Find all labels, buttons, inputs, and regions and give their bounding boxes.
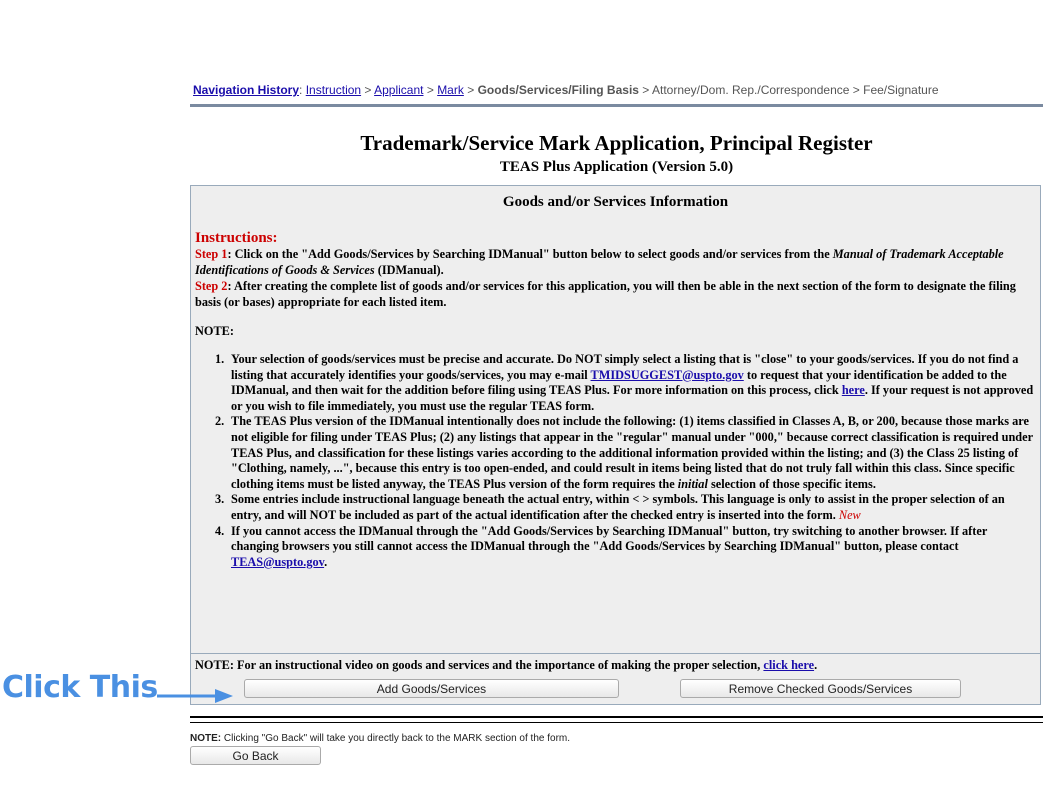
note-2-text: The TEAS Plus version of the IDManual in…	[231, 414, 1033, 491]
step-1-label: Step 1	[195, 247, 228, 261]
note-4-text-b: .	[324, 554, 328, 569]
go-back-note: NOTE: Clicking "Go Back" will take you d…	[190, 733, 570, 744]
panel-heading: Goods and/or Services Information	[502, 194, 729, 210]
breadcrumb-attorney: Attorney/Dom. Rep./Correspondence	[651, 83, 850, 97]
breadcrumb-separator: >	[642, 83, 650, 97]
breadcrumb-separator: >	[426, 83, 434, 97]
list-item: 4. If you cannot access the IDManual thro…	[215, 523, 1036, 571]
instructions-block: Instructions: Step 1: Click on the "Add …	[195, 230, 1035, 310]
go-back-note-label: NOTE:	[190, 733, 222, 744]
go-back-button[interactable]: Go Back	[190, 746, 321, 765]
breadcrumb-fee-signature: Fee/Signature	[863, 83, 939, 97]
list-number: 3.	[215, 492, 225, 507]
breadcrumb-separator: >	[467, 83, 475, 97]
breadcrumb: Navigation History: Instruction > Applic…	[193, 83, 1043, 97]
panel-divider	[191, 653, 1040, 654]
breadcrumb-mark-link[interactable]: Mark	[437, 83, 464, 97]
remove-checked-goods-services-button[interactable]: Remove Checked Goods/Services	[680, 679, 961, 698]
here-link[interactable]: here	[842, 383, 865, 397]
add-goods-services-button[interactable]: Add Goods/Services	[244, 679, 619, 698]
breadcrumb-applicant-link[interactable]: Applicant	[374, 83, 423, 97]
note-2-italic: initial	[677, 476, 708, 491]
step-1-text-end: (IDManual).	[374, 263, 444, 277]
breadcrumb-separator: >	[852, 83, 860, 97]
note-heading: NOTE:	[195, 324, 234, 338]
note-4-text: If you cannot access the IDManual throug…	[231, 523, 988, 554]
breadcrumb-instruction-link[interactable]: Instruction	[306, 83, 361, 97]
notes-list: 1. Your selection of goods/services must …	[215, 352, 1036, 571]
arrow-right-icon	[157, 689, 233, 703]
breadcrumb-colon: :	[299, 83, 303, 97]
list-number: 4.	[215, 523, 225, 538]
new-badge: New	[838, 507, 861, 522]
list-item: 3. Some entries include instructional lan…	[215, 492, 1036, 523]
step-2: Step 2: After creating the complete list…	[195, 278, 1035, 310]
step-2-text: : After creating the complete list of go…	[195, 279, 1016, 309]
video-note-end: .	[814, 658, 818, 672]
note-3-text: Some entries include instructional langu…	[231, 492, 1005, 522]
step-1: Step 1: Click on the "Add Goods/Services…	[195, 246, 1035, 278]
tmidsuggest-email-link[interactable]: TMIDSUGGEST@uspto.gov	[591, 368, 744, 382]
instructions-title: Instructions:	[195, 230, 278, 246]
video-click-here-link[interactable]: click here	[763, 658, 814, 672]
navigation-history-link[interactable]: Navigation History	[193, 83, 299, 97]
video-note: NOTE: For an instructional video on good…	[195, 658, 817, 673]
note-2-text-b: selection of those specific items.	[707, 476, 876, 491]
video-note-text: NOTE: For an instructional video on good…	[195, 658, 764, 672]
step-2-label: Step 2	[195, 279, 228, 293]
footer-divider	[190, 716, 1043, 718]
footer-divider-thin	[190, 722, 1043, 723]
list-item: 1. Your selection of goods/services must …	[215, 352, 1036, 414]
go-back-note-text: Clicking "Go Back" will take you directl…	[221, 733, 571, 744]
goods-services-panel: Goods and/or Services Information Instru…	[190, 185, 1041, 705]
page-title: Trademark/Service Mark Application, Prin…	[360, 131, 873, 155]
list-item: 2. The TEAS Plus version of the IDManual …	[215, 414, 1036, 492]
step-1-text: : Click on the "Add Goods/Services by Se…	[227, 247, 833, 261]
breadcrumb-current-goods-services: Goods/Services/Filing Basis	[477, 83, 639, 97]
page-subtitle: TEAS Plus Application (Version 5.0)	[499, 159, 734, 175]
list-number: 1.	[215, 352, 225, 366]
header-divider	[190, 104, 1043, 107]
teas-email-link[interactable]: TEAS@uspto.gov	[231, 555, 324, 569]
click-this-annotation: Click This	[2, 670, 158, 705]
list-number: 2.	[215, 414, 225, 429]
breadcrumb-separator: >	[364, 83, 372, 97]
